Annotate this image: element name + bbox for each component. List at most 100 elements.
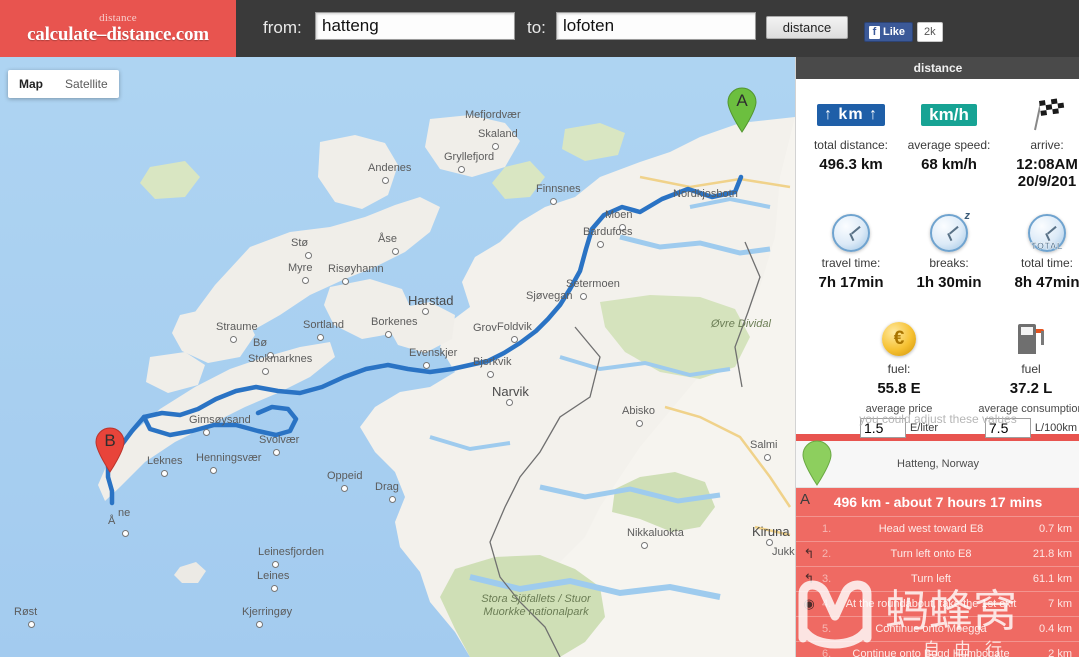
facebook-like-count: 2k (917, 22, 943, 42)
facebook-f-icon: f (869, 25, 880, 39)
stat-value: 12:08AM (1016, 156, 1078, 173)
map-label-dot (203, 429, 210, 436)
stat-caption: arrive: (1030, 138, 1064, 152)
map-label: Evenskjer (409, 347, 458, 359)
direction-step[interactable]: ◉ 4. At the roundabout, take the 1st exit 7… (796, 591, 1079, 616)
step-text: Continue onto Moegga (875, 623, 987, 635)
map-label: Øvre Dividal (711, 318, 771, 330)
map-label-dot (766, 539, 773, 546)
stat-average-speed: km/h average speed: 68 km/h (900, 95, 998, 173)
map-label: Finnsnes (536, 183, 581, 195)
direction-step[interactable]: ↰ 2. Turn left onto E8 21.8 km (796, 541, 1079, 566)
map-label-dot (423, 362, 430, 369)
stat-caption: total time: (1020, 256, 1074, 270)
logo-title: calculate–distance.com (27, 23, 209, 45)
map-type-map[interactable]: Map (8, 70, 54, 98)
map-type-satellite[interactable]: Satellite (54, 70, 119, 98)
results-sidebar: distance ↑ km ↑ total distance: 496.3 km… (795, 57, 1079, 657)
stat-caption: fuel (1021, 362, 1041, 376)
map-label-dot (550, 198, 557, 205)
map-label-dot (458, 166, 465, 173)
map-label: Bjerkvik (473, 356, 512, 368)
stat-value: 8h 47min (1014, 274, 1079, 291)
map-label-dot (382, 177, 389, 184)
map-label: Risøyhamn (328, 263, 384, 275)
map-label-dot (764, 454, 771, 461)
map-park-label: Stora Sjöfallets / Stuor Muorkke nationa… (481, 593, 591, 618)
map-label: Narvik (492, 384, 529, 399)
to-input[interactable] (556, 12, 756, 40)
map-label-dot (597, 241, 604, 248)
stat-value: 37.2 L (1009, 380, 1053, 397)
map-label: Bardufoss (583, 226, 633, 238)
map-label: Å (108, 515, 116, 527)
stat-travel-time: travel time: 7h 17min (802, 213, 900, 291)
map-label: Nordkjosbotn (673, 188, 738, 200)
calculate-distance-button[interactable]: distance (766, 16, 848, 39)
map-label-dot (342, 278, 349, 285)
map-label-dot (273, 449, 280, 456)
map-label: Røst (14, 606, 38, 618)
marker-a-start[interactable]: A (725, 87, 759, 133)
stat-total-time: TOTAL total time: 8h 47min (998, 213, 1079, 291)
turn-left-icon: ↰ (803, 546, 815, 561)
facebook-like-label: Like (883, 26, 906, 38)
stat-caption: breaks: (929, 256, 969, 270)
facebook-like-widget[interactable]: f Like 2k (864, 22, 943, 42)
map-label: Mefjordvær (465, 109, 521, 121)
map-label: Oppeid (327, 470, 363, 482)
direction-step[interactable]: 5. Continue onto Moegga 0.4 km (796, 616, 1079, 641)
map-label: Sortland (303, 319, 344, 331)
map-label-dot (422, 308, 429, 315)
map-type-control[interactable]: Map Satellite (8, 70, 119, 98)
map-label-dot (392, 248, 399, 255)
map-label-dot (262, 368, 269, 375)
stat-caption: total distance: (813, 138, 889, 152)
map-label-dot (492, 143, 499, 150)
clock-total-icon: TOTAL (998, 213, 1079, 253)
direction-step[interactable]: 6. Continue onto Bogd Humbogate 2 km (796, 641, 1079, 657)
from-label: from: (263, 18, 302, 37)
marker-a-label: A (736, 91, 748, 110)
stat-value: 68 km/h (921, 156, 977, 173)
waypoint-start-row[interactable]: A Hatteng, Norway (796, 440, 1079, 508)
map-label-dot (302, 277, 309, 284)
map-label: ne (118, 507, 131, 519)
map-label-dot (389, 496, 396, 503)
waypoint-marker-letter: A (800, 491, 811, 508)
map-label-dot (210, 467, 217, 474)
page-root: distance calculate–distance.com from: to… (0, 0, 1079, 657)
map-canvas[interactable]: Map Satellite Mefjordvær Skaland Gryllefjo… (0, 57, 795, 657)
marker-b-end[interactable]: B (93, 427, 127, 473)
map-label-dot (317, 334, 324, 341)
map-label: Stø (291, 237, 309, 249)
map-label-dot (385, 331, 392, 338)
adjust-values-hint: you could adjust these values (859, 412, 1017, 426)
map-label-dot (272, 561, 279, 568)
site-logo[interactable]: distance calculate–distance.com (0, 0, 236, 57)
map-label: Borkenes (371, 316, 418, 328)
map-label: Salmi (750, 439, 778, 451)
map-label: Stokmarknes (248, 353, 313, 365)
map-label-dot (341, 485, 348, 492)
map-label: Skaland (478, 128, 518, 140)
clock-sleep-icon: z (900, 210, 998, 253)
from-input[interactable] (315, 12, 515, 40)
step-text: Continue onto Bogd Humbogate (852, 648, 1010, 657)
map-label-dot (511, 336, 518, 343)
map-label: Moen (605, 209, 633, 221)
direction-step[interactable]: ↰ 3. Turn left 61.1 km (796, 566, 1079, 591)
marker-b-label: B (104, 431, 116, 450)
stat-arrive: arrive: 12:08AM 20/9/201 (998, 95, 1079, 190)
map-label-dot (305, 252, 312, 259)
stats-panel: ↑ km ↑ total distance: 496.3 km km/h ave… (796, 79, 1079, 438)
map-label: Grov (473, 322, 497, 334)
direction-step[interactable]: 1. Head west toward E8 0.7 km (796, 516, 1079, 541)
map-label: Henningsvær (196, 452, 262, 464)
facebook-like-button[interactable]: f Like (864, 22, 914, 42)
sidebar-title: distance (796, 57, 1079, 79)
map-label: Myre (288, 262, 313, 274)
map-label: Setermoen (566, 278, 620, 290)
stat-total-distance: ↑ km ↑ total distance: 496.3 km (802, 95, 900, 173)
map-label-dot (641, 542, 648, 549)
